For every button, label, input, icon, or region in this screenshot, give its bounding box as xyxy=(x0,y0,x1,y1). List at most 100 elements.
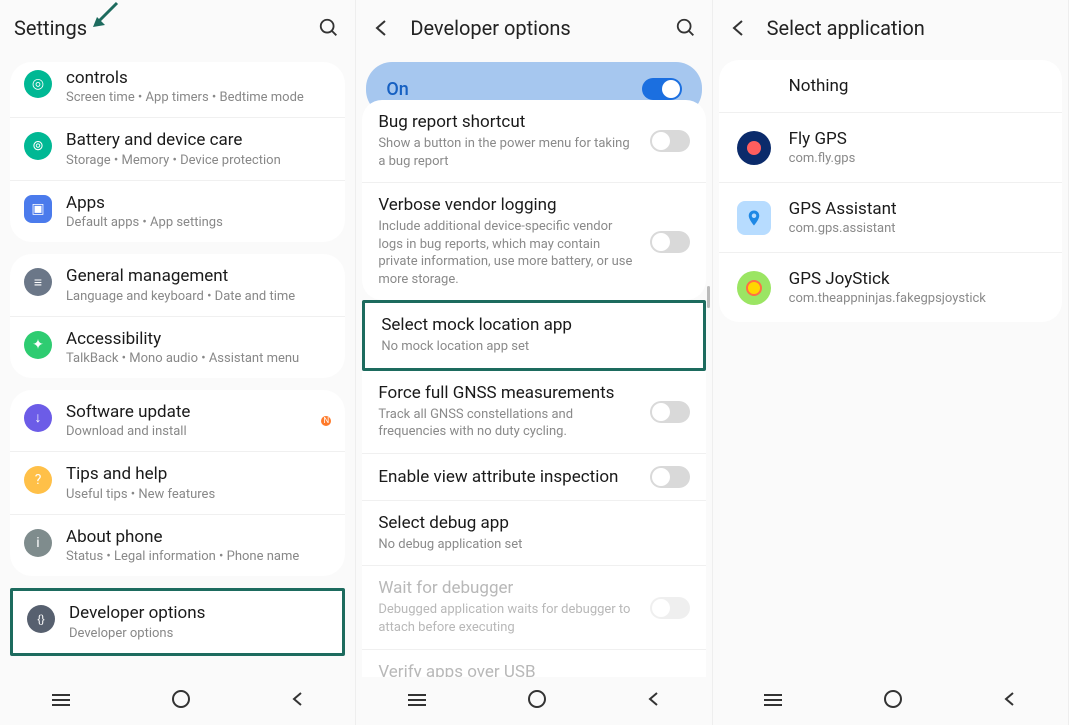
page-title: Developer options xyxy=(410,16,657,40)
settings-item-sub: Useful tips • New features xyxy=(66,487,331,502)
app-icon xyxy=(737,131,771,165)
settings-item-title: About phone xyxy=(66,527,331,547)
dev-item-verbose-vendor-logging[interactable]: Verbose vendor logging Include additiona… xyxy=(362,182,705,300)
back-icon[interactable] xyxy=(370,19,394,37)
select-app-content: Nothing Fly GPS com.fly.gps GPS Assistan… xyxy=(713,56,1068,677)
developer-header: Developer options xyxy=(356,0,711,56)
app-item-title: GPS Assistant xyxy=(789,199,897,219)
toggle[interactable] xyxy=(650,401,690,423)
dev-item-sub: No mock location app set xyxy=(381,338,686,356)
tips-icon: ? xyxy=(24,466,52,494)
settings-item-controls[interactable]: ◎ controls Screen time • App timers • Be… xyxy=(10,62,345,117)
highlight-select-mock-location: Select mock location app No mock locatio… xyxy=(362,300,705,371)
settings-item-title: Tips and help xyxy=(66,464,331,484)
apps-icon: ▣ xyxy=(24,195,52,223)
settings-item-sub: Storage • Memory • Device protection xyxy=(66,153,331,168)
dev-item-sub: No debug application set xyxy=(378,536,689,554)
about-phone-icon: i xyxy=(24,529,52,557)
master-toggle-label: On xyxy=(386,79,408,100)
app-item-title: Nothing xyxy=(789,76,849,96)
settings-item-developer-options[interactable]: {} Developer options Developer options xyxy=(13,591,342,652)
app-icon xyxy=(737,201,771,235)
dev-item-title: Verbose vendor logging xyxy=(378,195,639,215)
back-button[interactable] xyxy=(1002,691,1018,711)
search-icon[interactable] xyxy=(674,17,698,39)
select-app-header: Select application xyxy=(713,0,1068,56)
dev-item-force-gnss[interactable]: Force full GNSS measurements Track all G… xyxy=(362,371,705,453)
recents-button[interactable] xyxy=(50,692,72,711)
settings-item-battery[interactable]: ⊚ Battery and device care Storage • Memo… xyxy=(10,117,345,179)
app-item-fly-gps[interactable]: Fly GPS com.fly.gps xyxy=(719,112,1062,182)
app-item-title: GPS JoyStick xyxy=(789,269,986,289)
settings-item-title: Accessibility xyxy=(66,329,331,349)
settings-item-sub: Screen time • App timers • Bedtime mode xyxy=(66,90,331,105)
toggle[interactable] xyxy=(650,466,690,488)
dev-item-sub: Include additional device-specific vendo… xyxy=(378,218,639,288)
home-button[interactable] xyxy=(527,689,547,713)
settings-item-sub: Developer options xyxy=(69,626,328,641)
app-item-sub: com.theappninjas.fakegpsjoystick xyxy=(789,291,986,306)
settings-item-sub: Download and install xyxy=(66,424,321,439)
app-item-title: Fly GPS xyxy=(789,129,856,149)
accessibility-icon: ✦ xyxy=(24,331,52,359)
wellbeing-icon: ◎ xyxy=(24,70,52,98)
settings-item-title: Developer options xyxy=(69,603,328,623)
home-button[interactable] xyxy=(883,689,903,713)
settings-item-about[interactable]: i About phone Status • Legal information… xyxy=(10,514,345,576)
search-icon[interactable] xyxy=(317,17,341,39)
toggle xyxy=(650,597,690,619)
dev-item-title: Wait for debugger xyxy=(378,578,639,598)
toggle[interactable] xyxy=(650,231,690,253)
page-title: Select application xyxy=(767,16,1054,40)
app-item-gps-joystick[interactable]: GPS JoyStick com.theappninjas.fakegpsjoy… xyxy=(719,252,1062,322)
dev-item-title: Verify apps over USB xyxy=(378,662,689,677)
settings-item-title: Apps xyxy=(66,193,331,213)
recents-button[interactable] xyxy=(762,692,784,711)
toggle[interactable] xyxy=(650,130,690,152)
android-navbar xyxy=(713,677,1068,725)
settings-item-tips[interactable]: ? Tips and help Useful tips • New featur… xyxy=(10,451,345,513)
scrollbar-indicator[interactable] xyxy=(707,286,710,308)
dev-item-title: Select debug app xyxy=(378,513,689,533)
update-badge: N xyxy=(321,416,331,426)
app-item-sub: com.gps.assistant xyxy=(789,221,897,236)
settings-item-sub: Status • Legal information • Phone name xyxy=(66,549,331,564)
app-item-gps-assistant[interactable]: GPS Assistant com.gps.assistant xyxy=(719,182,1062,252)
android-navbar xyxy=(356,677,711,725)
app-icon xyxy=(737,271,771,305)
dev-item-title: Enable view attribute inspection xyxy=(378,467,639,487)
device-care-icon: ⊚ xyxy=(24,132,52,160)
dev-item-bug-report-shortcut[interactable]: Bug report shortcut Show a button in the… xyxy=(362,100,705,182)
dev-item-sub: Debugged application waits for debugger … xyxy=(378,601,639,636)
dev-item-select-mock-location-app[interactable]: Select mock location app No mock locatio… xyxy=(365,303,702,368)
dev-item-title: Force full GNSS measurements xyxy=(378,383,639,403)
settings-item-apps[interactable]: ▣ Apps Default apps • App settings xyxy=(10,180,345,242)
settings-item-accessibility[interactable]: ✦ Accessibility TalkBack • Mono audio • … xyxy=(10,316,345,378)
dev-item-title: Select mock location app xyxy=(381,315,686,335)
back-button[interactable] xyxy=(290,691,306,711)
app-item-nothing[interactable]: Nothing xyxy=(719,60,1062,112)
settings-header: Settings xyxy=(0,0,355,56)
software-update-icon: ↓ xyxy=(24,404,52,432)
back-button[interactable] xyxy=(646,691,662,711)
dev-item-sub: Track all GNSS constellations and freque… xyxy=(378,406,639,441)
master-toggle[interactable] xyxy=(642,78,682,100)
dev-item-title: Bug report shortcut xyxy=(378,112,639,132)
settings-item-sub: TalkBack • Mono audio • Assistant menu xyxy=(66,351,331,366)
settings-item-sub: Language and keyboard • Date and time xyxy=(66,289,331,304)
developer-options-panel: Developer options On Bug report shortcut… xyxy=(356,0,712,725)
dev-item-wait-for-debugger: Wait for debugger Debugged application w… xyxy=(362,565,705,648)
recents-button[interactable] xyxy=(406,692,428,711)
settings-item-title: General management xyxy=(66,266,331,286)
android-navbar xyxy=(0,677,355,725)
home-button[interactable] xyxy=(171,689,191,713)
dev-item-select-debug-app[interactable]: Select debug app No debug application se… xyxy=(362,500,705,566)
settings-item-general[interactable]: ≡ General management Language and keyboa… xyxy=(10,254,345,315)
settings-item-software-update[interactable]: ↓ Software update Download and install N xyxy=(10,390,345,451)
settings-content: ◎ controls Screen time • App timers • Be… xyxy=(0,56,355,677)
app-item-sub: com.fly.gps xyxy=(789,151,856,166)
developer-options-icon: {} xyxy=(27,605,55,633)
back-icon[interactable] xyxy=(727,19,751,37)
settings-panel: Settings ◎ controls Screen time • App ti… xyxy=(0,0,356,725)
dev-item-view-attribute-inspection[interactable]: Enable view attribute inspection xyxy=(362,453,705,500)
